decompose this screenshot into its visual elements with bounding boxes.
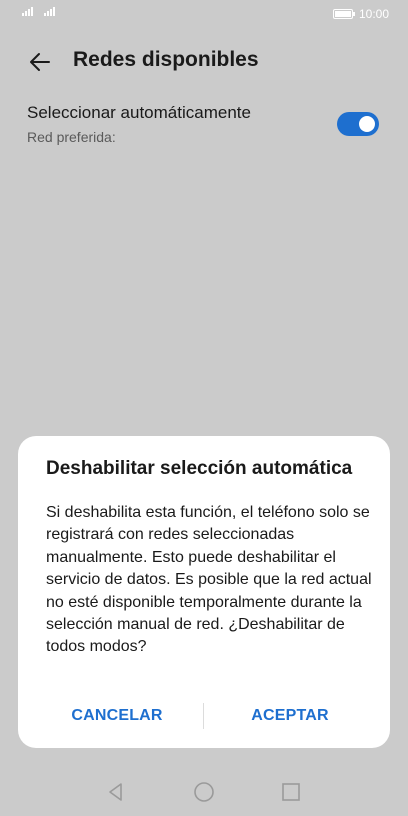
- battery-icon: [333, 9, 355, 19]
- accept-button[interactable]: ACEPTAR: [205, 698, 375, 734]
- cancel-button[interactable]: CANCELAR: [32, 698, 202, 734]
- dialog-actions: CANCELAR ACEPTAR: [18, 698, 390, 734]
- auto-select-row[interactable]: Seleccionar automáticamente Red preferid…: [0, 96, 408, 156]
- auto-select-label: Seleccionar automáticamente: [27, 103, 251, 122]
- back-arrow-icon[interactable]: [26, 48, 54, 76]
- page-title: Redes disponibles: [73, 48, 259, 71]
- toggle-knob: [359, 116, 375, 132]
- status-time: 10:00: [359, 7, 390, 21]
- button-divider: [203, 703, 204, 729]
- preferred-network-label: Red preferida:: [27, 129, 116, 145]
- signal-icon: [44, 7, 55, 16]
- confirm-dialog: Deshabilitar selección automática Si des…: [18, 436, 390, 748]
- navigation-bar: [0, 770, 408, 816]
- signal-icon: [22, 7, 33, 16]
- dialog-message: Si deshabilita esta función, el teléfono…: [46, 504, 372, 656]
- status-bar: 10:00: [0, 0, 408, 28]
- app-header: Redes disponibles: [0, 40, 408, 82]
- nav-home-icon[interactable]: [192, 780, 216, 804]
- auto-select-toggle[interactable]: [337, 112, 379, 136]
- nav-recent-icon[interactable]: [279, 780, 303, 804]
- dialog-title: Deshabilitar selección automática: [46, 458, 353, 479]
- nav-back-icon[interactable]: [104, 780, 128, 804]
